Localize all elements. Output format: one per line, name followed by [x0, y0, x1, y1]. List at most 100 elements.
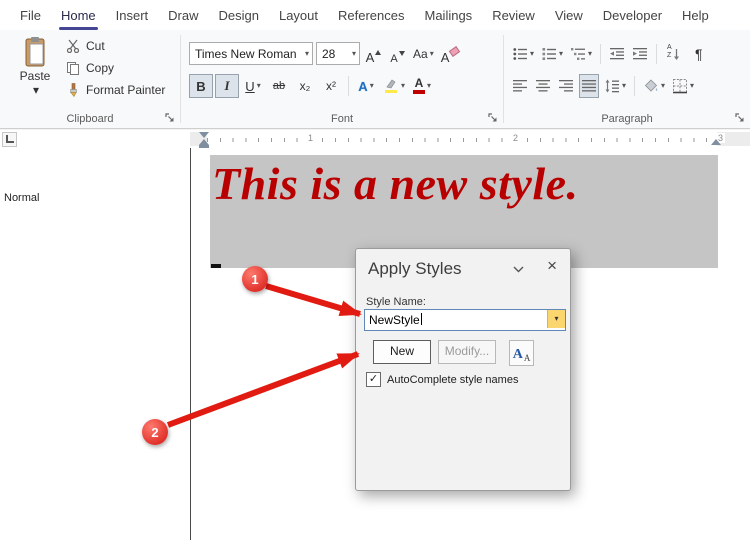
chevron-down-icon: ▾ — [559, 50, 563, 58]
grow-font-button[interactable]: A — [363, 43, 384, 65]
chevron-down-icon: ▾ — [622, 82, 626, 90]
underline-button[interactable]: U ▾ — [241, 74, 265, 98]
format-painter-icon — [66, 83, 80, 97]
tab-references[interactable]: References — [328, 0, 414, 30]
font-group-label: Font — [181, 113, 503, 125]
bullet-list-icon — [512, 46, 528, 62]
ribbon-tab-bar: File Home Insert Draw Design Layout Refe… — [0, 0, 750, 30]
clipboard-group: Paste ▾ Cut — [0, 30, 180, 128]
clipboard-dialog-launcher-icon[interactable] — [165, 113, 175, 123]
style-name-dropdown-button[interactable]: ▾ — [547, 310, 565, 328]
chevron-down-icon: ▾ — [427, 82, 431, 90]
divider — [600, 44, 601, 64]
increase-indent-icon — [632, 46, 648, 62]
paragraph-group-label: Paragraph — [504, 113, 750, 125]
change-case-button[interactable]: Aa ▾ — [411, 43, 436, 65]
text-effects-button[interactable]: A ▾ — [354, 74, 378, 98]
tab-home[interactable]: Home — [51, 0, 106, 30]
close-icon[interactable]: × — [547, 256, 557, 276]
clear-formatting-icon: A — [441, 50, 450, 65]
borders-button[interactable]: ▾ — [670, 74, 696, 98]
strikethrough-button[interactable]: ab — [267, 74, 291, 98]
style-name-input[interactable]: NewStyle ▾ — [364, 309, 566, 331]
first-line-indent-marker[interactable] — [199, 132, 209, 138]
chevron-down-icon: ▾ — [305, 50, 309, 58]
superscript-button[interactable]: x² — [319, 74, 343, 98]
chevron-down-icon: ▾ — [257, 82, 261, 90]
align-right-icon — [558, 78, 574, 94]
chevron-down-icon: ▾ — [430, 50, 434, 58]
ruler-ticks — [207, 138, 717, 142]
font-name-combo[interactable]: Times New Roman ▾ — [189, 42, 313, 65]
eraser-icon — [449, 46, 460, 57]
justify-button[interactable] — [579, 74, 599, 98]
modify-style-button[interactable]: Modify... — [438, 340, 496, 364]
left-indent-marker[interactable] — [199, 145, 209, 148]
horizontal-ruler: 1 2 3 — [0, 130, 750, 148]
right-indent-marker[interactable] — [711, 139, 721, 145]
new-style-button[interactable]: New — [373, 340, 431, 364]
italic-button[interactable]: I — [215, 74, 239, 98]
numbering-button[interactable]: ▾ — [539, 42, 565, 66]
chevron-down-icon: ▾ — [661, 82, 665, 90]
grow-font-icon: A — [366, 50, 375, 65]
font-color-icon: A — [413, 78, 425, 94]
tab-help[interactable]: Help — [672, 0, 719, 30]
chevron-down-icon: ▾ — [401, 82, 405, 90]
autocomplete-checkbox[interactable]: ✓ — [366, 372, 381, 387]
align-right-button[interactable] — [556, 74, 576, 98]
open-styles-pane-button[interactable]: AA — [509, 340, 534, 366]
divider — [348, 76, 349, 96]
line-spacing-button[interactable]: ▾ — [602, 74, 628, 98]
apply-styles-dialog: Apply Styles × Style Name: NewStyle ▾ Ne… — [355, 248, 571, 491]
chevron-down-icon: ▾ — [33, 84, 39, 96]
clipboard-small-buttons: Cut Copy Format Painter — [66, 39, 165, 97]
align-left-button[interactable] — [510, 74, 530, 98]
ruler-number: 2 — [511, 133, 520, 143]
pane-options-chevron-icon[interactable] — [513, 266, 524, 273]
tab-layout[interactable]: Layout — [269, 0, 328, 30]
shading-button[interactable]: ▾ — [641, 74, 667, 98]
tab-mailings[interactable]: Mailings — [415, 0, 483, 30]
subscript-button[interactable]: x₂ — [293, 74, 317, 98]
document-heading-text[interactable]: This is a new style. — [212, 157, 579, 210]
tab-stop-selector[interactable] — [2, 132, 17, 147]
bold-button[interactable]: B — [189, 74, 213, 98]
style-name-label: Style Name: — [366, 296, 426, 308]
copy-icon — [66, 61, 80, 75]
paragraph-dialog-launcher-icon[interactable] — [735, 113, 745, 123]
show-formatting-marks-button[interactable]: ¶ — [693, 42, 705, 66]
format-painter-button[interactable]: Format Painter — [66, 83, 165, 97]
step-2-badge: 2 — [142, 419, 168, 445]
tab-file[interactable]: File — [10, 0, 51, 30]
tab-review[interactable]: Review — [482, 0, 545, 30]
clear-formatting-button[interactable]: A — [439, 43, 462, 65]
tab-developer[interactable]: Developer — [593, 0, 672, 30]
cut-button[interactable]: Cut — [66, 39, 165, 53]
styles-icon: A — [513, 347, 523, 363]
align-left-icon — [512, 78, 528, 94]
text-effects-icon: A — [358, 79, 367, 94]
bullets-button[interactable]: ▾ — [510, 42, 536, 66]
ribbon: Paste ▾ Cut — [0, 30, 750, 129]
tab-draw[interactable]: Draw — [158, 0, 208, 30]
shrink-font-button[interactable]: A — [387, 43, 408, 65]
copy-button[interactable]: Copy — [66, 61, 165, 75]
multilevel-list-button[interactable]: ▾ — [568, 42, 594, 66]
paste-button[interactable]: Paste ▾ — [10, 36, 60, 116]
sort-button[interactable]: A Z — [663, 42, 690, 66]
decrease-indent-button[interactable] — [607, 42, 627, 66]
font-size-combo[interactable]: 28 ▾ — [316, 42, 360, 65]
tab-design[interactable]: Design — [209, 0, 269, 30]
tab-stop-icon — [6, 135, 14, 143]
tab-view[interactable]: View — [545, 0, 593, 30]
align-center-button[interactable] — [533, 74, 553, 98]
copy-label: Copy — [86, 61, 114, 75]
increase-indent-button[interactable] — [630, 42, 650, 66]
down-arrow-icon — [399, 51, 405, 56]
font-size-value: 28 — [322, 47, 335, 61]
font-color-button[interactable]: A ▾ — [410, 74, 434, 98]
font-dialog-launcher-icon[interactable] — [488, 113, 498, 123]
highlight-color-button[interactable]: ▾ — [380, 74, 408, 98]
tab-insert[interactable]: Insert — [106, 0, 159, 30]
